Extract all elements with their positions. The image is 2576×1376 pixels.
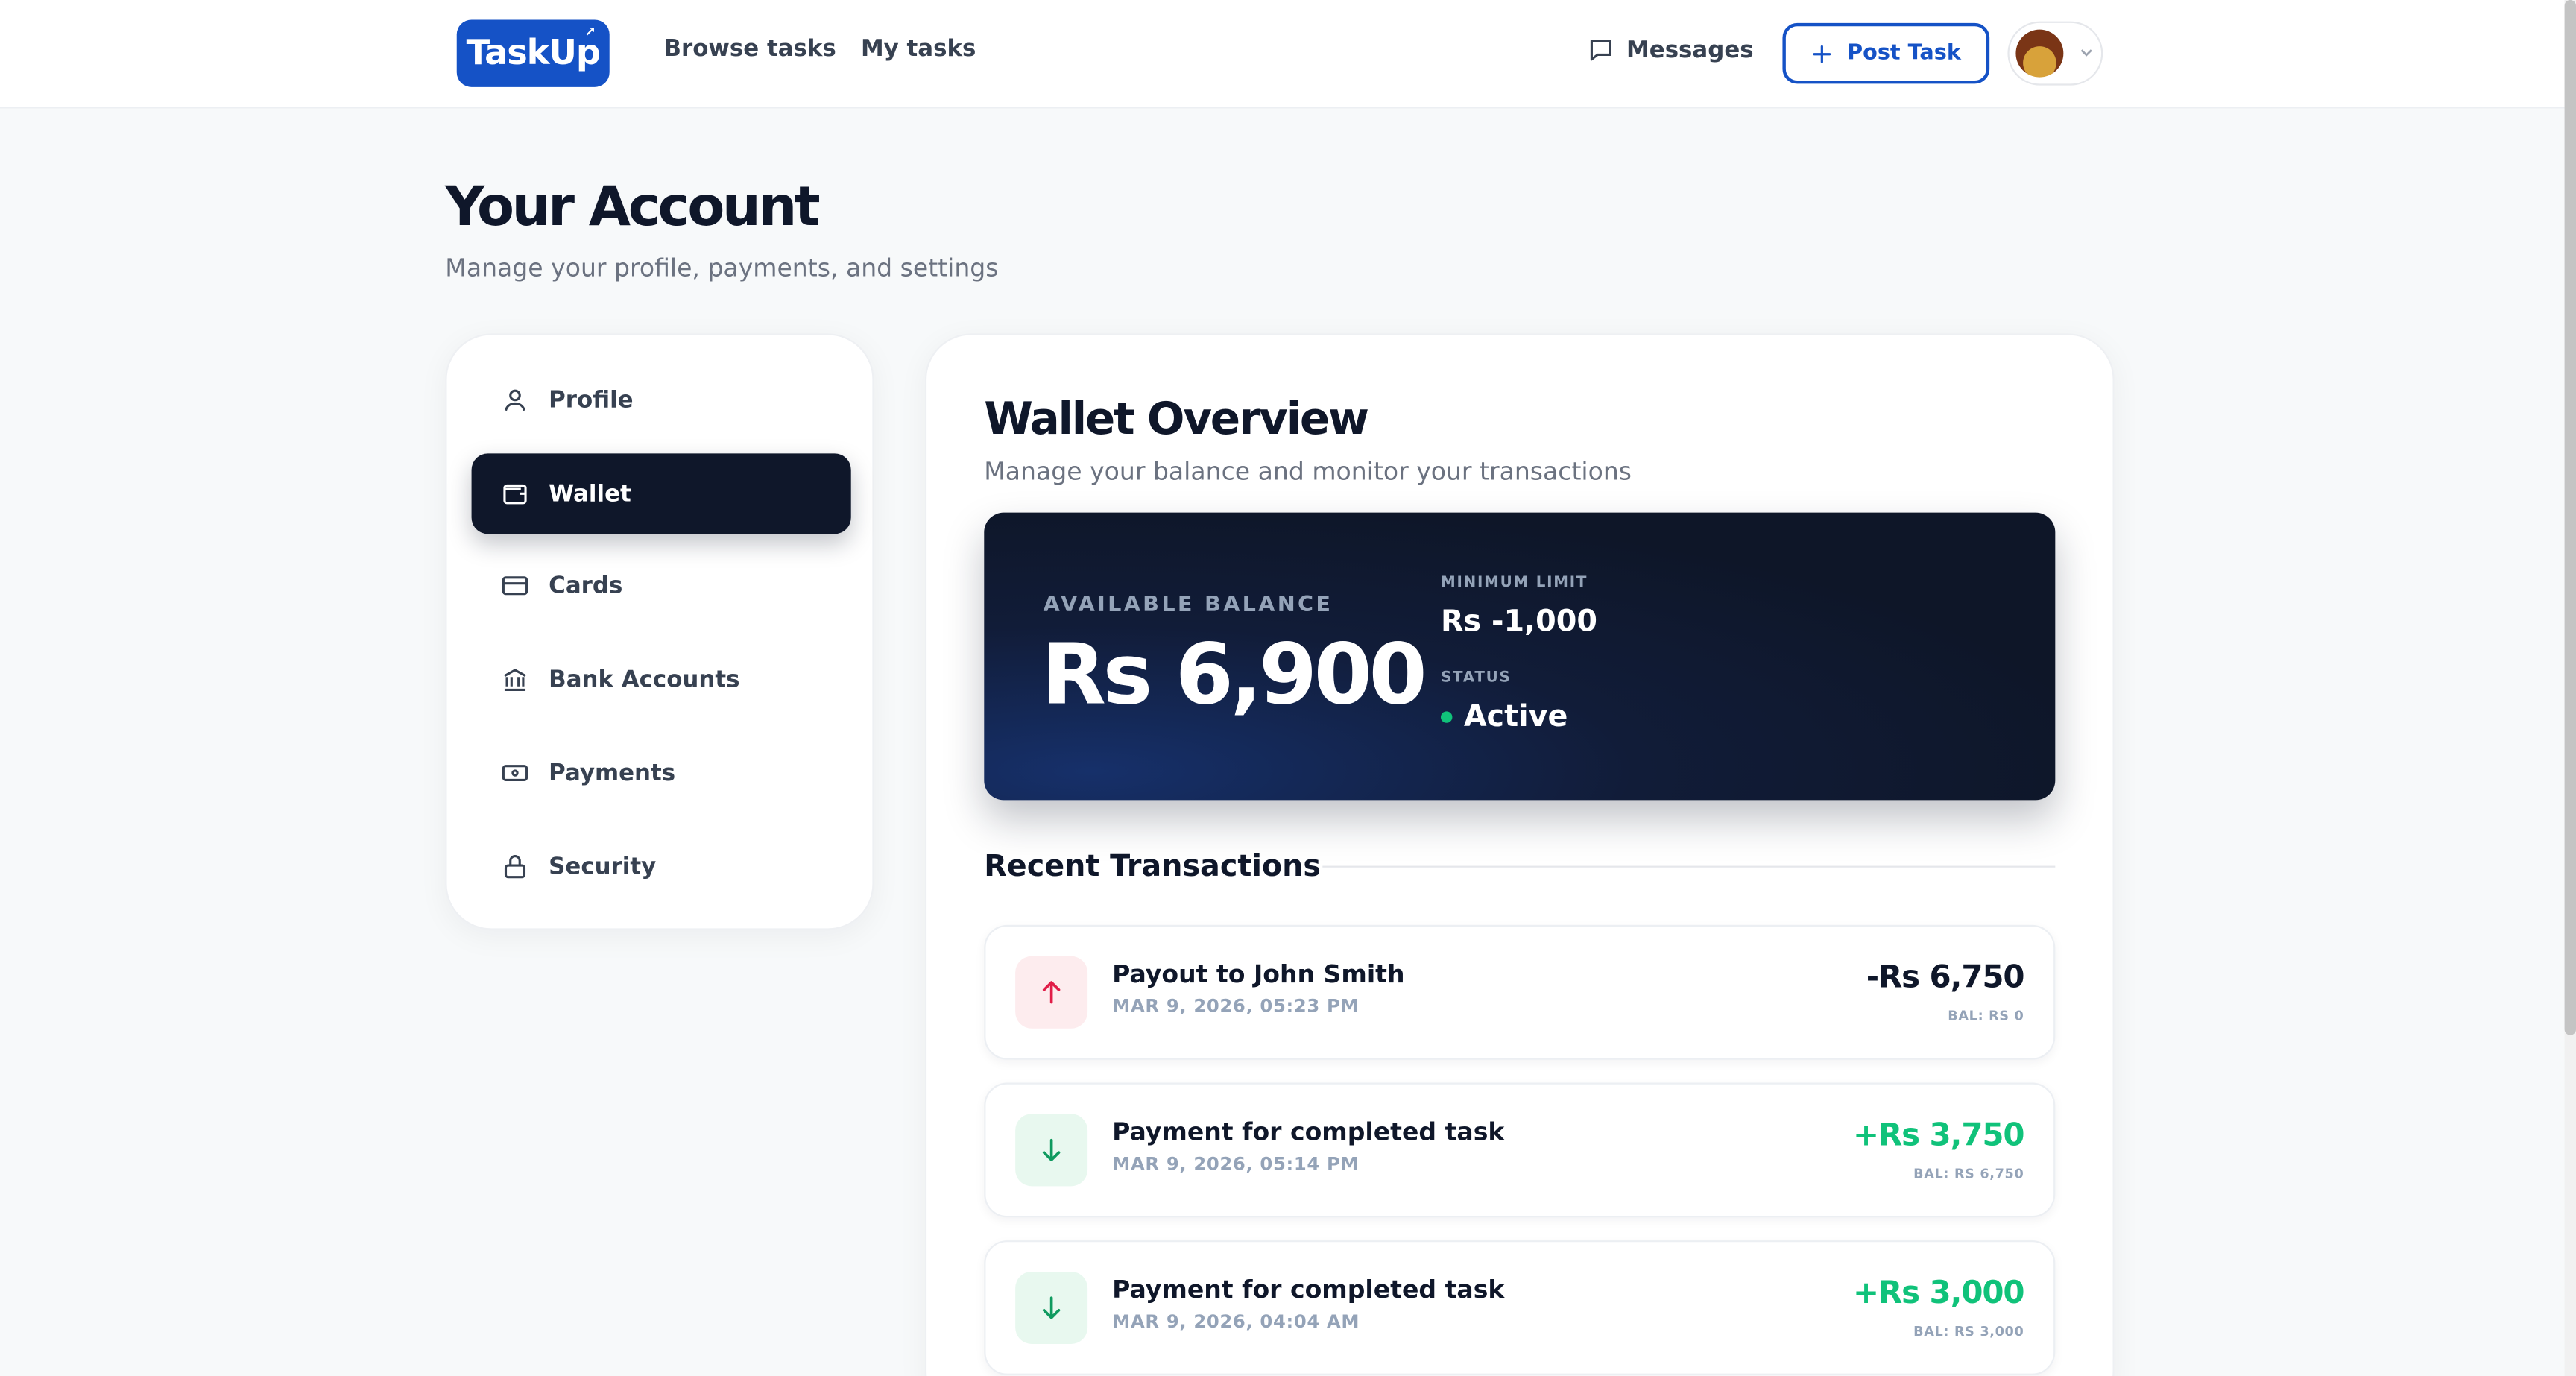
sidebar-item-bank-accounts[interactable]: Bank Accounts — [472, 639, 851, 719]
divider — [1322, 865, 2056, 868]
sidebar-item-label: Cards — [549, 572, 623, 599]
sidebar-item-cards[interactable]: Cards — [472, 546, 851, 626]
recent-transactions-title: Recent Transactions — [984, 849, 1322, 884]
transaction-date: MAR 9, 2026, 04:04 AM — [1112, 1310, 1360, 1333]
top-navbar: TaskUp ↗ Browse tasks My tasks Messages … — [0, 0, 2565, 109]
transaction-title: Payout to John Smith — [1112, 959, 1405, 989]
transaction-row[interactable]: Payment for completed task MAR 9, 2026, … — [984, 1240, 2056, 1375]
wallet-subtitle: Manage your balance and monitor your tra… — [984, 456, 1632, 487]
transaction-balance: BAL: RS 0 — [1948, 1009, 2024, 1024]
sidebar-item-security[interactable]: Security — [472, 827, 851, 907]
minimum-limit-label: MINIMUM LIMIT — [1440, 575, 1588, 592]
status-badge: Active — [1440, 699, 1568, 735]
arrow-up-icon — [1015, 956, 1088, 1029]
page-subtitle: Manage your profile, payments, and setti… — [445, 253, 999, 283]
sidebar-item-profile[interactable]: Profile — [472, 360, 851, 441]
arrow-down-icon — [1015, 1271, 1088, 1344]
balance-value: Rs 6,900 — [1041, 627, 1427, 725]
sidebar-item-wallet[interactable]: Wallet — [471, 453, 851, 534]
transaction-title: Payment for completed task — [1112, 1117, 1505, 1147]
status-label: STATUS — [1440, 670, 1512, 687]
user-icon — [504, 389, 525, 411]
transaction-balance: BAL: RS 3,000 — [1913, 1324, 2024, 1339]
account-sidebar: Profile Wallet Cards Bank Accounts Payme… — [445, 333, 874, 930]
logo-arrow-icon: ↗ — [584, 25, 596, 40]
banknote-icon — [502, 765, 528, 781]
message-icon — [1590, 40, 1611, 61]
transaction-amount: +Rs 3,000 — [1853, 1275, 2025, 1311]
avatar — [2015, 29, 2064, 78]
wallet-panel: Wallet Overview Manage your balance and … — [924, 333, 2115, 1376]
sidebar-item-label: Bank Accounts — [549, 666, 740, 693]
post-task-label: Post Task — [1847, 41, 1961, 66]
nav-my-tasks[interactable]: My tasks — [861, 36, 976, 62]
transaction-date: MAR 9, 2026, 05:14 PM — [1112, 1153, 1360, 1175]
nav-browse-tasks[interactable]: Browse tasks — [663, 36, 836, 62]
scrollbar-thumb[interactable] — [2564, 0, 2576, 1035]
balance-card: AVAILABLE BALANCE Rs 6,900 MINIMUM LIMIT… — [984, 512, 2056, 801]
transaction-amount: -Rs 6,750 — [1866, 959, 2025, 996]
plus-icon — [1813, 44, 1831, 63]
transaction-amount: +Rs 3,750 — [1853, 1117, 2025, 1154]
chevron-down-icon — [2080, 49, 2092, 57]
user-menu-button[interactable] — [2007, 21, 2103, 86]
sidebar-item-label: Security — [549, 853, 657, 880]
bank-icon — [504, 669, 526, 692]
logo-text: TaskUp — [466, 33, 601, 72]
transaction-row[interactable]: Payment for completed task MAR 9, 2026, … — [984, 1082, 2056, 1218]
wallet-icon — [503, 484, 527, 505]
minimum-limit-value: Rs -1,000 — [1440, 605, 1597, 640]
transaction-title: Payment for completed task — [1112, 1275, 1505, 1305]
page-title: Your Account — [445, 174, 820, 239]
balance-label: AVAILABLE BALANCE — [1043, 593, 1333, 618]
post-task-button[interactable]: Post Task — [1782, 22, 1990, 84]
status-dot-icon — [1440, 711, 1453, 723]
wallet-title: Wallet Overview — [984, 394, 1369, 446]
messages-label: Messages — [1626, 37, 1754, 63]
messages-link[interactable]: Messages — [1587, 36, 1754, 63]
lock-icon — [504, 855, 526, 879]
sidebar-item-payments[interactable]: Payments — [472, 733, 851, 813]
sidebar-item-label: Profile — [549, 387, 634, 414]
sidebar-item-label: Wallet — [549, 480, 631, 507]
card-icon — [502, 576, 528, 596]
sidebar-item-label: Payments — [549, 760, 676, 786]
taskup-logo[interactable]: TaskUp ↗ — [456, 19, 610, 87]
transaction-date: MAR 9, 2026, 05:23 PM — [1112, 995, 1360, 1017]
arrow-down-icon — [1015, 1114, 1088, 1187]
status-value: Active — [1463, 699, 1568, 735]
transaction-row[interactable]: Payout to John Smith MAR 9, 2026, 05:23 … — [984, 924, 2056, 1060]
transaction-balance: BAL: RS 6,750 — [1913, 1166, 2024, 1181]
